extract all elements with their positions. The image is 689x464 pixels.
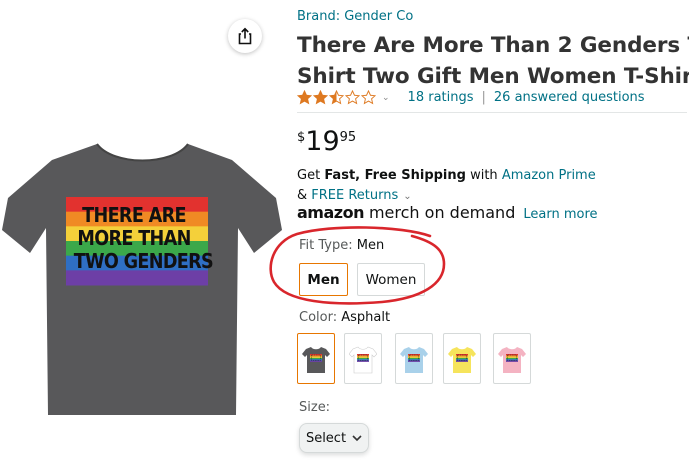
chevron-down-icon[interactable]: ⌄ — [382, 93, 390, 103]
shirt-print-line: THERE ARE — [82, 203, 186, 227]
size-select-label: Select — [305, 430, 347, 446]
swatch-tshirt-icon — [400, 346, 428, 373]
shipping-text: & — [297, 188, 312, 203]
brand-link[interactable]: Brand: Gender Co — [297, 9, 413, 24]
separator: | — [481, 90, 486, 105]
free-returns-link[interactable]: FREE Returns — [311, 188, 398, 203]
rating-row: ⌄ 18 ratings | 26 answered questions — [297, 90, 645, 105]
shipping-text: Get — [297, 168, 325, 183]
shipping-bold-text: Fast, Free Shipping — [324, 168, 466, 183]
product-title: There Are More Than 2 Genders T Shirt Tw… — [297, 30, 689, 92]
price-whole: 19 — [305, 126, 340, 157]
size-select-button[interactable]: Select — [299, 423, 369, 453]
shipping-info: Get Fast, Free Shipping with Amazon Prim… — [297, 166, 596, 207]
annotation-circle — [269, 226, 446, 305]
color-swatch[interactable] — [395, 333, 433, 384]
product-title-line: Shirt Two Gift Men Women T-Shirt — [297, 64, 689, 89]
star-icon — [361, 90, 376, 105]
chevron-down-icon — [352, 434, 362, 441]
share-icon — [238, 27, 252, 45]
amazon-logo: amazon — [297, 203, 364, 222]
divider — [297, 112, 687, 113]
star-icon — [345, 90, 360, 105]
shipping-text: with — [465, 168, 502, 183]
star-icon — [297, 90, 312, 105]
merch-text: merch on demand — [368, 203, 516, 222]
merch-on-demand: amazon merch on demand Learn more — [297, 203, 598, 222]
answered-questions-link[interactable]: 26 answered questions — [494, 90, 645, 105]
shirt-print-line: MORE THAN — [77, 226, 191, 250]
star-rating[interactable] — [297, 90, 376, 105]
product-title-line: There Are More Than 2 Genders T — [297, 33, 689, 58]
color-swatch[interactable] — [443, 333, 481, 384]
swatch-tshirt-icon — [302, 346, 330, 373]
size-label: Size: — [299, 400, 331, 415]
swatch-tshirt-icon — [349, 346, 377, 373]
color-swatch[interactable] — [297, 333, 335, 384]
ratings-count-link[interactable]: 18 ratings — [408, 90, 474, 105]
price-symbol: $ — [297, 130, 306, 145]
product-image-area: THERE ARE MORE THAN TWO GENDERS — [0, 0, 285, 464]
star-icon — [313, 90, 328, 105]
share-button[interactable] — [228, 19, 262, 53]
star-icon — [329, 90, 344, 105]
chevron-down-icon[interactable]: ⌄ — [403, 191, 411, 202]
amazon-prime-link[interactable]: Amazon Prime — [502, 168, 596, 183]
learn-more-link[interactable]: Learn more — [523, 207, 597, 222]
swatch-tshirt-icon — [448, 346, 476, 373]
shirt-print-text: THERE ARE MORE THAN TWO GENDERS — [73, 203, 214, 273]
color-swatch[interactable] — [344, 333, 382, 384]
shirt-print-line: TWO GENDERS — [73, 249, 214, 273]
price-fraction: 95 — [339, 130, 357, 145]
swatch-tshirt-icon — [498, 346, 526, 373]
price: $ 19 95 — [297, 127, 356, 157]
color-swatch[interactable] — [493, 333, 531, 384]
